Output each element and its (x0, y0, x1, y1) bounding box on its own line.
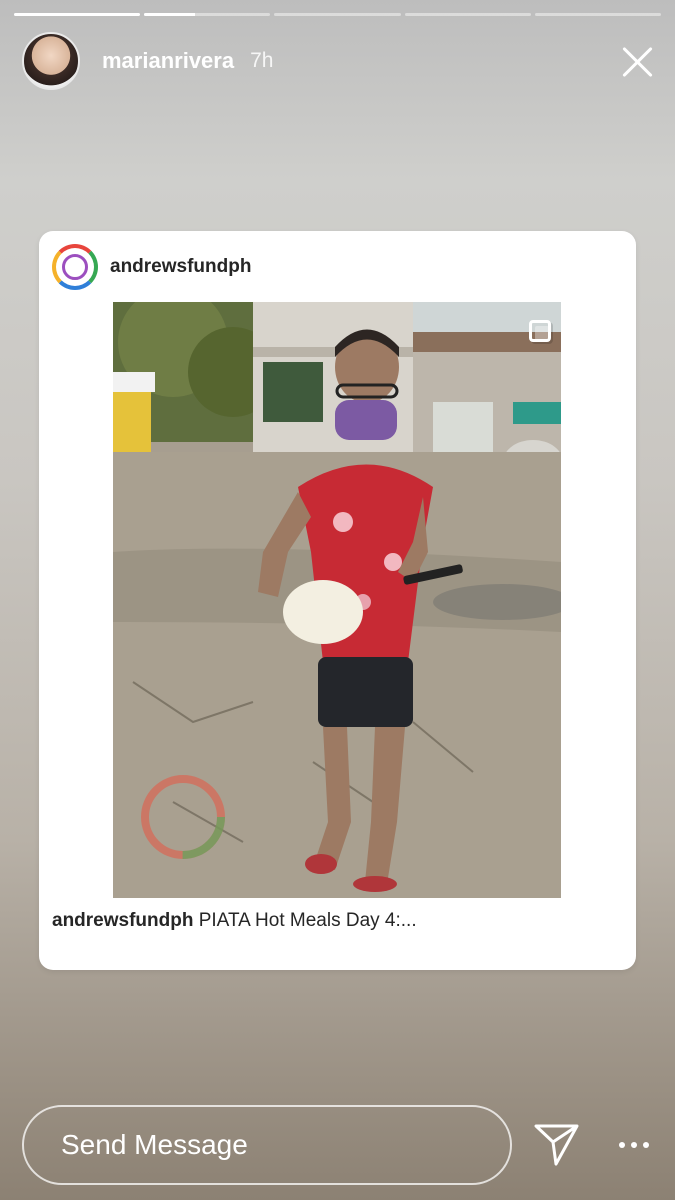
send-message-input[interactable]: Send Message (22, 1105, 512, 1185)
send-message-placeholder: Send Message (61, 1129, 248, 1160)
story-time: 7h (250, 49, 274, 72)
story-progress-bar (14, 13, 662, 17)
progress-segment (404, 13, 531, 16)
progress-segment (144, 13, 271, 16)
caption-text: PIATA Hot Meals Day 4:... (193, 910, 417, 931)
multiple-photos-icon (529, 320, 551, 342)
post-caption[interactable]: andrewsfundph PIATA Hot Meals Day 4:... (52, 910, 623, 932)
progress-segment (274, 13, 401, 16)
photo-image (113, 302, 561, 898)
avatar[interactable] (22, 32, 80, 90)
more-options-icon[interactable] (619, 1140, 649, 1150)
post-username[interactable]: andrewsfundph (110, 256, 251, 278)
post-header: andrewsfundph (52, 243, 623, 291)
progress-segment (534, 13, 662, 16)
close-icon[interactable] (617, 41, 657, 81)
story-header: marianrivera 7h (22, 32, 657, 90)
caption-username[interactable]: andrewsfundph (52, 910, 193, 931)
story-username[interactable]: marianrivera (102, 48, 234, 74)
direct-send-icon[interactable] (534, 1123, 580, 1167)
account-logo-icon[interactable] (52, 244, 98, 290)
shared-post-card[interactable]: andrewsfundph andrewsfundph PIATA Hot Me… (39, 231, 636, 970)
story-footer: Send Message (22, 1105, 657, 1185)
post-photo[interactable] (113, 302, 561, 898)
progress-segment (14, 13, 141, 16)
